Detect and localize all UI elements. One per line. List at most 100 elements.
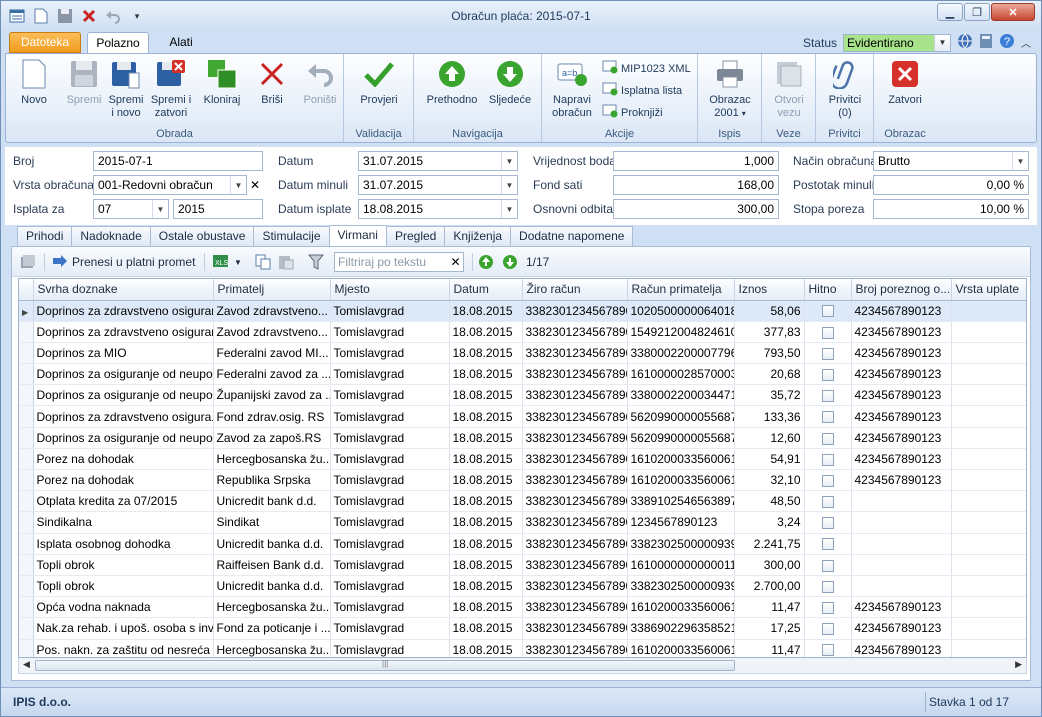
row-indicator[interactable] — [19, 448, 34, 471]
datum-picker[interactable]: 31.07.2015 ▼ — [358, 151, 518, 171]
help-icon[interactable]: ? — [999, 33, 1015, 52]
table-row[interactable]: Doprinos za osiguranje od neupos... Župan… — [19, 384, 1026, 407]
mjesto-cell[interactable]: Tomislavgrad — [330, 575, 450, 598]
vrsta-uplate-cell[interactable] — [951, 617, 1026, 640]
ziro-racun-cell[interactable]: 3382301234567890 — [522, 596, 628, 619]
iznos-cell[interactable]: 377,83 — [734, 321, 805, 343]
racun-primatelja-cell[interactable]: 3382302500000939 — [627, 575, 735, 598]
chevron-down-icon[interactable]: ▼ — [230, 176, 246, 194]
novo-button[interactable]: Novo — [16, 58, 52, 107]
vrsta-uplate-cell[interactable] — [951, 469, 1026, 492]
vrsta-uplate-cell[interactable] — [951, 300, 1026, 322]
table-row[interactable]: Sindikalna Sindikat Tomislavgrad 18.08.2015… — [19, 511, 1026, 534]
column-header[interactable]: Svrha doznake — [33, 279, 214, 301]
svrha-cell[interactable]: Isplata osobnog dohodka — [33, 533, 214, 555]
prethodno-button[interactable]: Prethodno — [424, 58, 480, 107]
prenesi-u-platni-promet-button[interactable]: Prenesi u platni promet — [52, 252, 195, 272]
datum-cell[interactable]: 18.08.2015 — [449, 384, 523, 407]
export-icon[interactable] — [20, 252, 36, 272]
racun-primatelja-cell[interactable]: 1610000000000011 — [627, 554, 735, 576]
row-indicator[interactable] — [19, 554, 34, 576]
broj-poreznog-cell[interactable]: 4234567890123 — [851, 596, 952, 619]
postotak-minuli-input[interactable]: 0,00 % — [873, 175, 1029, 195]
row-indicator[interactable] — [19, 405, 34, 428]
mjesto-cell[interactable]: Tomislavgrad — [330, 596, 450, 619]
sljedece-button[interactable]: Sljedeće — [484, 58, 536, 107]
primatelj-cell[interactable]: Republika Srpska — [213, 469, 331, 492]
datum-cell[interactable]: 18.08.2015 — [449, 363, 523, 386]
vrsta-uplate-cell[interactable] — [951, 405, 1026, 428]
datum-cell[interactable]: 18.08.2015 — [449, 617, 523, 640]
row-indicator[interactable] — [19, 321, 34, 343]
kloniraj-button[interactable]: Kloniraj — [202, 58, 242, 107]
vrsta-uplate-cell[interactable] — [951, 511, 1026, 534]
row-indicator[interactable] — [19, 384, 34, 407]
table-row[interactable]: Nak.za rehab. i upoš. osoba s inv. Fond z… — [19, 617, 1026, 640]
racun-primatelja-cell[interactable]: 3382302500000939 — [627, 533, 735, 555]
racun-primatelja-cell[interactable]: 1234567890123 — [627, 511, 735, 534]
broj-poreznog-cell[interactable]: 4234567890123 — [851, 427, 952, 449]
broj-poreznog-cell[interactable]: 4234567890123 — [851, 342, 952, 365]
scroll-right-icon[interactable]: ▶ — [1015, 659, 1022, 670]
row-indicator[interactable] — [19, 596, 34, 619]
maximize-icon[interactable]: ❐ — [964, 3, 990, 21]
racun-primatelja-cell[interactable]: 1610000028570003 — [627, 363, 735, 386]
iznos-cell[interactable]: 12,60 — [734, 427, 805, 449]
datum-cell[interactable]: 18.08.2015 — [449, 300, 523, 322]
ziro-racun-cell[interactable]: 3382301234567890 — [522, 617, 628, 640]
privitci-button[interactable]: Privitci (0) — [822, 58, 868, 120]
row-indicator[interactable] — [19, 342, 34, 365]
column-header[interactable]: Iznos — [734, 279, 805, 301]
calculator-icon[interactable] — [979, 33, 993, 52]
column-header[interactable]: Hitno — [804, 279, 852, 301]
datum-cell[interactable]: 18.08.2015 — [449, 448, 523, 471]
iznos-cell[interactable]: 2.241,75 — [734, 533, 805, 555]
primatelj-cell[interactable]: Unicredit banka d.d. — [213, 533, 331, 555]
primatelj-cell[interactable]: Zavod zdravstveno... — [213, 321, 331, 343]
iznos-cell[interactable]: 793,50 — [734, 342, 805, 365]
close-window-icon[interactable]: ✕ — [991, 3, 1035, 21]
ziro-racun-cell[interactable]: 3382301234567890 — [522, 342, 628, 365]
iznos-cell[interactable]: 17,25 — [734, 617, 805, 640]
datum-cell[interactable]: 18.08.2015 — [449, 554, 523, 576]
mjesto-cell[interactable]: Tomislavgrad — [330, 363, 450, 386]
mjesto-cell[interactable]: Tomislavgrad — [330, 469, 450, 492]
ziro-racun-cell[interactable]: 3382301234567890 — [522, 405, 628, 428]
mjesto-cell[interactable]: Tomislavgrad — [330, 300, 450, 322]
stopa-poreza-input[interactable]: 10,00 % — [873, 199, 1029, 219]
primatelj-cell[interactable]: Hercegbosanska žu... — [213, 448, 331, 471]
table-row[interactable]: ▶ Doprinos za zdravstveno osiguranje Zavod… — [19, 300, 1026, 322]
hitno-checkbox[interactable] — [821, 411, 834, 424]
svrha-cell[interactable]: Otplata kredita za 07/2015 — [33, 490, 214, 513]
table-row[interactable]: Isplata osobnog dohodka Unicredit banka d… — [19, 533, 1026, 555]
primatelj-cell[interactable]: Zavod zdravstveno... — [213, 300, 331, 322]
hitno-checkbox[interactable] — [821, 496, 834, 509]
previous-record-icon[interactable] — [478, 252, 494, 272]
mjesto-cell[interactable]: Tomislavgrad — [330, 554, 450, 576]
datum-cell[interactable]: 18.08.2015 — [449, 321, 523, 343]
table-row[interactable]: Doprinos za osiguranje od neupos... Feder… — [19, 363, 1026, 386]
racun-primatelja-cell[interactable]: 1549212004824610 — [627, 321, 735, 343]
hitno-checkbox[interactable] — [821, 368, 834, 381]
primatelj-cell[interactable]: Hercegbosanska žu... — [213, 596, 331, 619]
paste-icon[interactable] — [278, 252, 294, 272]
iznos-cell[interactable]: 54,91 — [734, 448, 805, 471]
hitno-checkbox[interactable] — [821, 390, 834, 403]
row-indicator[interactable] — [19, 427, 34, 449]
table-row[interactable]: Topli obrok Raiffeisen Bank d.d. Tomislavg… — [19, 554, 1026, 576]
clear-filter-icon[interactable]: ✕ — [448, 253, 463, 270]
spremi-i-novo-button[interactable]: Spremi i novo — [106, 58, 146, 120]
broj-poreznog-cell[interactable]: 4234567890123 — [851, 617, 952, 640]
iznos-cell[interactable]: 11,47 — [734, 596, 805, 619]
datum-cell[interactable]: 18.08.2015 — [449, 596, 523, 619]
row-indicator[interactable] — [19, 469, 34, 492]
mjesto-cell[interactable]: Tomislavgrad — [330, 427, 450, 449]
mjesto-cell[interactable]: Tomislavgrad — [330, 321, 450, 343]
ziro-racun-cell[interactable]: 3382301234567890 — [522, 363, 628, 386]
primatelj-cell[interactable]: Županijski zavod za ... — [213, 384, 331, 407]
primatelj-cell[interactable]: Raiffeisen Bank d.d. — [213, 554, 331, 576]
nacin-obracuna-combo[interactable]: Brutto ▼ — [873, 151, 1029, 171]
hitno-checkbox[interactable] — [821, 602, 834, 615]
vrsta-uplate-cell[interactable] — [951, 321, 1026, 343]
row-indicator[interactable] — [19, 511, 34, 534]
